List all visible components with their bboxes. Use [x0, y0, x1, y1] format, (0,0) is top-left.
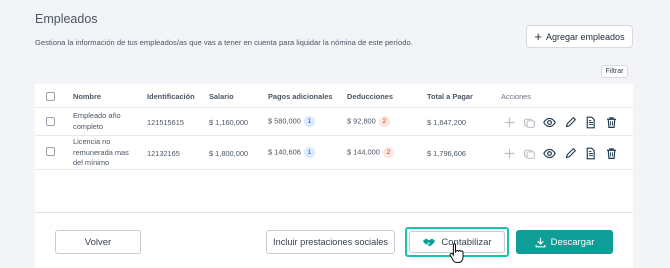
cell-total: $ 1,647,200	[427, 118, 467, 127]
pagos-count-badge[interactable]: 1	[303, 147, 315, 158]
pagos-count-badge[interactable]: 1	[303, 116, 315, 127]
header-deducciones: Deducciones	[347, 92, 394, 101]
trash-icon[interactable]	[604, 115, 618, 129]
hand-cursor-icon	[449, 242, 465, 264]
add-employees-button[interactable]: + Agregar empleados	[526, 25, 633, 48]
document-icon[interactable]	[583, 115, 597, 129]
deducciones-value: $ 144,000	[347, 147, 380, 157]
row-checkbox[interactable]	[46, 117, 55, 126]
cell-pagos: $ 580,000 1	[268, 116, 315, 127]
pagos-value: $ 140,606	[268, 147, 301, 157]
trash-icon[interactable]	[604, 146, 618, 160]
header-total: Total a Pagar	[427, 92, 473, 101]
deducciones-count-badge[interactable]: 2	[378, 116, 390, 127]
page-title: Empleados	[35, 12, 98, 26]
row-checkbox[interactable]	[46, 147, 55, 156]
copy-icon[interactable]	[522, 146, 536, 160]
header-acciones: Acciones	[501, 92, 531, 101]
employees-table: Nombre Identificación Salario Pagos adic…	[35, 84, 633, 212]
cell-salario: $ 1,160,000	[209, 118, 249, 127]
cell-identificacion: 121515615	[147, 118, 184, 127]
add-employees-label: Agregar empleados	[546, 31, 625, 42]
pencil-icon[interactable]	[563, 115, 577, 129]
table-row: Licencia no remunerada mas del mínimo 12…	[35, 136, 633, 170]
table-row: Empleado año completo 121515615 $ 1,160,…	[35, 108, 633, 136]
cell-salario: $ 1,800,000	[209, 149, 249, 158]
cell-deducciones: $ 144,000 2	[347, 147, 394, 158]
plus-icon[interactable]	[502, 115, 516, 129]
cell-deducciones: $ 92,800 2	[347, 116, 390, 127]
filter-button[interactable]: Filtrar	[601, 65, 628, 78]
download-icon	[535, 237, 546, 248]
plus-icon: +	[534, 29, 543, 44]
page-subtitle: Gestiona la información de tus empleados…	[35, 38, 413, 47]
include-social-benefits-button[interactable]: Incluir prestaciones sociales	[266, 230, 395, 254]
cell-total: $ 1,796,606	[427, 149, 467, 158]
download-button[interactable]: Descargar	[516, 230, 613, 254]
plus-icon[interactable]	[502, 146, 516, 160]
cell-nombre: Licencia no remunerada mas del mínimo	[73, 137, 129, 167]
cell-pagos: $ 140,606 1	[268, 147, 315, 158]
select-all-checkbox[interactable]	[46, 92, 55, 101]
eye-icon[interactable]	[542, 115, 556, 129]
eye-icon[interactable]	[542, 146, 556, 160]
header-identificacion: Identificación	[147, 92, 195, 101]
handshake-icon	[422, 237, 436, 248]
copy-icon[interactable]	[522, 115, 536, 129]
cell-nombre: Empleado año completo	[73, 111, 121, 131]
back-button[interactable]: Volver	[55, 230, 141, 254]
header-nombre: Nombre	[73, 92, 101, 101]
header-salario: Salario	[209, 92, 234, 101]
pagos-value: $ 580,000	[268, 116, 301, 126]
pencil-icon[interactable]	[563, 146, 577, 160]
cell-identificacion: 12132165	[147, 149, 180, 158]
deducciones-count-badge[interactable]: 2	[382, 147, 394, 158]
table-header: Nombre Identificación Salario Pagos adic…	[35, 84, 633, 108]
footer-bar: Volver Incluir prestaciones sociales Con…	[35, 212, 633, 268]
header-pagos: Pagos adicionales	[268, 92, 333, 101]
deducciones-value: $ 92,800	[347, 116, 376, 126]
document-icon[interactable]	[583, 146, 597, 160]
download-label: Descargar	[550, 236, 595, 248]
